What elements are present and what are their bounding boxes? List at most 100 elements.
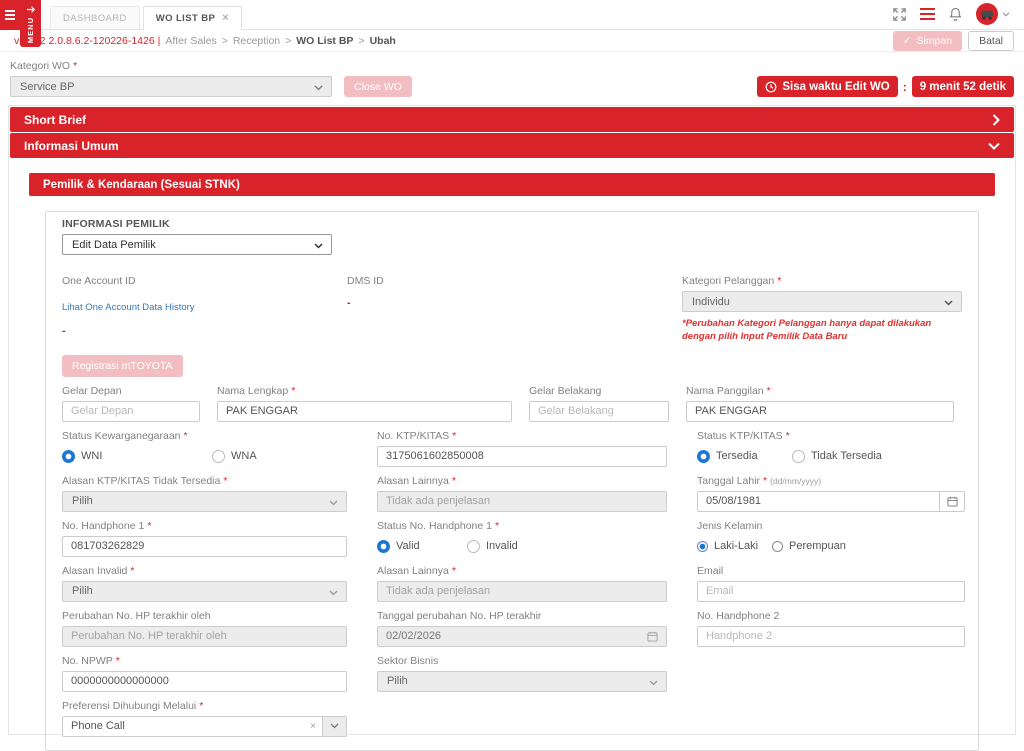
status-handphone1-label: Status No. Handphone 1*	[377, 520, 667, 532]
nama-lengkap-label: Nama Lengkap*	[217, 385, 512, 397]
breadcrumb: v 1.8.2 2.0.8.6.2-120226-1426 | After Sa…	[14, 35, 396, 47]
close-icon[interactable]: ×	[222, 13, 229, 24]
alasan-lainnya-ktp-label: Alasan Lainnya*	[377, 475, 667, 487]
hamburger-icon	[0, 0, 20, 30]
tab-dashboard[interactable]: DASHBOARD	[50, 6, 140, 29]
chevron-right-icon	[992, 114, 1000, 126]
valid-radio[interactable]: Valid	[377, 540, 467, 553]
dms-id-value: -	[347, 297, 682, 309]
sektor-bisnis-label: Sektor Bisnis	[377, 655, 667, 667]
breadcrumb-reception[interactable]: Reception	[233, 35, 280, 47]
simpan-label: Simpan	[916, 35, 952, 47]
breadcrumb-separator: >	[222, 35, 228, 47]
data-pemilik-mode-select[interactable]: Edit Data Pemilik	[62, 234, 332, 255]
preferensi-label: Preferensi Dihubungi Melalui*	[62, 700, 347, 712]
calendar-icon	[647, 631, 658, 642]
top-bar: MENU DASHBOARD WO LIST BP ×	[0, 0, 1024, 30]
no-npwp-input[interactable]	[62, 671, 347, 692]
section-pemilik-kendaraan: Pemilik & Kendaraan (Sesuai STNK)	[29, 173, 995, 196]
radio-icon	[377, 540, 390, 553]
batal-button[interactable]: Batal	[968, 31, 1014, 51]
timer-label-badge: Sisa waktu Edit WO	[757, 76, 897, 97]
radio-icon	[212, 450, 225, 463]
simpan-button: ✓ Simpan	[893, 31, 962, 51]
chevron-down-icon	[329, 590, 338, 596]
chevron-down-icon	[1002, 12, 1010, 17]
alasan-ktp-label: Alasan KTP/KITAS Tidak Tersedia*	[62, 475, 347, 487]
tab-wo-list-bp[interactable]: WO LIST BP ×	[143, 6, 242, 30]
tanggal-lahir-label: Tanggal Lahir*(dd/mm/yyyy)	[697, 475, 965, 487]
kategori-pelanggan-select: Individu	[682, 291, 962, 312]
kategori-pelanggan-label: Kategori Pelanggan*	[682, 275, 962, 287]
tersedia-radio[interactable]: Tersedia	[697, 450, 792, 463]
kategori-wo-label: Kategori WO*	[10, 60, 1014, 72]
alasan-ktp-select: Pilih	[62, 491, 347, 512]
gelar-depan-input[interactable]	[62, 401, 200, 422]
breadcrumb-bar: v 1.8.2 2.0.8.6.2-120226-1426 | After Sa…	[0, 30, 1024, 52]
laki-laki-radio[interactable]: Laki-Laki	[697, 540, 758, 552]
arrow-right-icon	[26, 5, 36, 14]
check-icon: ✓	[903, 35, 912, 47]
tab-label: WO LIST BP	[156, 13, 215, 24]
perubahan-hp-oleh-label: Perubahan No. HP terakhir oleh	[62, 610, 347, 622]
jenis-kelamin-label: Jenis Kelamin	[697, 520, 965, 532]
expand-icon[interactable]	[892, 7, 907, 22]
radio-icon	[62, 450, 75, 463]
no-handphone1-input[interactable]	[62, 536, 347, 557]
tanggal-lahir-input[interactable]	[697, 491, 940, 512]
one-account-history-link[interactable]: Lihat One Account Data History	[62, 302, 195, 313]
status-ktp-label: Status KTP/KITAS*	[697, 430, 965, 442]
radio-icon	[697, 541, 708, 552]
user-menu[interactable]	[976, 3, 1010, 25]
accordion-panel: Short Brief Informasi Umum Pemilik & Ken…	[8, 105, 1016, 735]
timer-separator: :	[903, 80, 907, 94]
dms-id-label: DMS ID	[347, 275, 682, 287]
nama-lengkap-input[interactable]	[217, 401, 512, 422]
one-account-id-label: One Account ID	[62, 275, 347, 287]
nama-panggilan-input[interactable]	[686, 401, 954, 422]
timer-value-badge: 9 menit 52 detik	[912, 76, 1014, 97]
perempuan-radio[interactable]: Perempuan	[772, 540, 846, 552]
sektor-bisnis-select: Pilih	[377, 671, 667, 692]
no-handphone1-label: No. Handphone 1*	[62, 520, 347, 532]
wna-radio[interactable]: WNA	[212, 450, 257, 463]
close-wo-button: Close WO	[344, 76, 412, 97]
bell-icon[interactable]	[948, 6, 963, 22]
breadcrumb-separator: >	[358, 35, 364, 47]
chevron-down-icon	[944, 300, 953, 306]
no-ktp-label: No. KTP/KITAS*	[377, 430, 667, 442]
alasan-lainnya-hp-label: Alasan Lainnya*	[377, 565, 667, 577]
email-label: Email	[697, 565, 965, 577]
accordion-informasi-umum[interactable]: Informasi Umum	[10, 133, 1014, 158]
accordion-short-brief[interactable]: Short Brief	[10, 107, 1014, 132]
accordion-title: Short Brief	[24, 113, 86, 127]
calendar-icon[interactable]	[939, 491, 965, 512]
kategori-pelanggan-note: *Perubahan Kategori Pelanggan hanya dapa…	[682, 318, 962, 344]
no-ktp-input[interactable]	[377, 446, 667, 467]
email-input[interactable]	[697, 581, 965, 602]
breadcrumb-wo-list-bp[interactable]: WO List BP	[296, 35, 353, 47]
gelar-belakang-input[interactable]	[529, 401, 669, 422]
invalid-radio[interactable]: Invalid	[467, 540, 518, 553]
breadcrumb-ubah: Ubah	[370, 35, 396, 47]
chevron-down-icon	[314, 243, 323, 249]
wo-header-row: Kategori WO* Service BP Close WO Sisa wa…	[0, 52, 1024, 97]
menu-label: MENU	[26, 17, 35, 43]
tab-bar: DASHBOARD WO LIST BP ×	[50, 6, 242, 29]
breadcrumb-after-sales[interactable]: After Sales	[165, 35, 216, 47]
tab-label: DASHBOARD	[63, 13, 127, 24]
wni-radio[interactable]: WNI	[62, 450, 212, 463]
no-npwp-label: No. NPWP*	[62, 655, 347, 667]
kategori-wo-select: Service BP	[10, 76, 332, 97]
tidak-tersedia-radio[interactable]: Tidak Tersedia	[792, 450, 882, 463]
menu-lines-icon[interactable]	[920, 8, 935, 20]
preferensi-select[interactable]: Phone Call ×	[62, 716, 347, 737]
registrasi-mtoyota-button: Registrasi mTOYOTA	[62, 355, 183, 377]
no-handphone2-input[interactable]	[697, 626, 965, 647]
gelar-belakang-label: Gelar Belakang	[529, 385, 669, 397]
menu-toggle[interactable]: MENU	[0, 0, 41, 47]
avatar	[976, 3, 998, 25]
nama-panggilan-label: Nama Panggilan*	[686, 385, 954, 397]
edit-timer: Sisa waktu Edit WO : 9 menit 52 detik	[757, 76, 1014, 97]
chevron-down-icon	[649, 680, 658, 686]
